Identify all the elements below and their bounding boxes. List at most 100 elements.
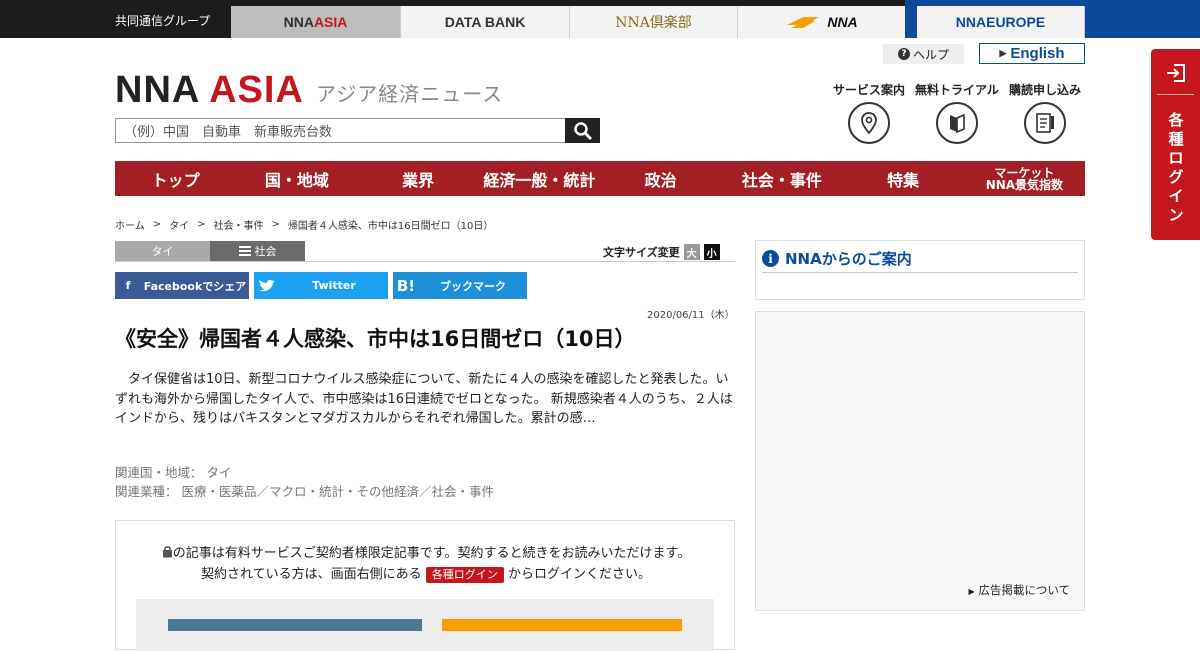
- nna-wing-icon: [787, 17, 820, 28]
- tab-nna-europe[interactable]: NNA EUROPE: [917, 6, 1085, 38]
- twitter-share-button[interactable]: Twitter: [254, 272, 388, 299]
- search-input[interactable]: （例）中国 自動車 新車販売台数: [115, 118, 566, 143]
- related-industry: 関連業種： 医療・医薬品／マクロ・統計・その他経済／社会・事件: [115, 484, 494, 499]
- lock-icon: [162, 546, 172, 558]
- breadcrumb: ホーム > タイ > 社会・事件 > 帰国者４人感染、市中は16日間ゼロ（10日…: [115, 217, 493, 232]
- nav-market-line1: マーケット: [994, 165, 1055, 180]
- main-nav: トップ 国・地域 業界 経済一般・統計 政治 社会・事件 特集 マーケット NN…: [115, 161, 1085, 196]
- tab-nna-asia[interactable]: NNA ASIA: [231, 6, 401, 38]
- tag-country[interactable]: タイ: [115, 241, 210, 261]
- nav-market[interactable]: マーケット NNA景気指数: [964, 161, 1085, 196]
- paywall-login-cta[interactable]: [168, 619, 422, 631]
- tag-category[interactable]: 社会: [210, 241, 305, 261]
- question-icon: ?: [897, 48, 910, 60]
- hatena-bookmark-label: ブックマーク: [440, 279, 506, 293]
- tab-nna-logo[interactable]: NNA: [738, 6, 906, 38]
- breadcrumb-current: 帰国者４人感染、市中は16日間ゼロ（10日）: [287, 221, 494, 232]
- font-size-label: 文字サイズ変更: [603, 246, 680, 259]
- subscribe-link[interactable]: 購読申し込み: [1000, 81, 1090, 144]
- list-icon: [238, 246, 251, 256]
- breadcrumb-home[interactable]: ホーム: [115, 217, 145, 232]
- nav-industry[interactable]: 業界: [358, 161, 479, 196]
- facebook-share-label: Facebookでシェア: [143, 279, 247, 293]
- nna-notice-divider: [762, 272, 1078, 273]
- ad-info-link[interactable]: ▶ 広告掲載について: [969, 582, 1070, 598]
- side-login-label: 各種ログイン: [1168, 111, 1184, 224]
- nav-society[interactable]: 社会・事件: [721, 161, 842, 196]
- help-label: ヘルプ: [912, 47, 949, 62]
- group-label: 共同通信グループ: [115, 14, 211, 28]
- nav-economy[interactable]: 経済一般・統計: [479, 161, 600, 196]
- twitter-share-label: Twitter: [312, 279, 356, 292]
- side-login-divider: [1157, 94, 1194, 95]
- nna-notice-box: i NNAからのご案内: [755, 240, 1085, 300]
- tab-nna-europe-label: NNA: [955, 14, 987, 30]
- breadcrumb-country[interactable]: タイ: [169, 217, 189, 232]
- search-icon: [573, 121, 592, 140]
- tab-nna-asia-accent: ASIA: [313, 14, 348, 30]
- document-pen-icon: [1024, 102, 1066, 144]
- paywall-line2b: からログインください。: [507, 567, 651, 582]
- article-headline: 《安全》帰国者４人感染、市中は16日間ゼロ（10日）: [115, 327, 636, 351]
- chevron-right-icon: >: [271, 219, 280, 230]
- paywall-line1: の記事は有料サービスご契約者様限定記事です。契約すると続きをお読みいただけます。: [172, 546, 691, 561]
- triangle-right-icon: ▶: [999, 48, 1007, 58]
- nav-market-line2: NNA景気指数: [985, 177, 1064, 192]
- subscribe-label: 購読申し込み: [1008, 83, 1081, 97]
- logo-asia: ASIA: [209, 69, 304, 111]
- chevron-right-icon: >: [152, 219, 162, 230]
- book-icon: [936, 102, 978, 144]
- search-placeholder: （例）中国 自動車 新車販売台数: [124, 125, 333, 140]
- tag-divider: [115, 261, 735, 262]
- tab-nna-club-label: NNA倶楽部: [615, 15, 692, 31]
- nna-notice-title-text: NNAからのご案内: [785, 250, 912, 268]
- help-button[interactable]: ? ヘルプ: [883, 44, 964, 64]
- paywall-trial-cta[interactable]: [442, 619, 682, 631]
- english-button[interactable]: ▶ English: [979, 43, 1085, 64]
- chevron-right-icon: >: [197, 219, 206, 230]
- english-label: English: [1010, 45, 1065, 62]
- facebook-share-button[interactable]: f Facebookでシェア: [115, 272, 249, 299]
- paywall-login-chip[interactable]: 各種ログイン: [425, 567, 504, 583]
- site-logo[interactable]: NNA ASIA: [115, 70, 304, 110]
- related-info: 関連国・地域： タイ 関連業種： 医療・医薬品／マクロ・統計・その他経済／社会・…: [115, 463, 494, 501]
- font-size-small-button[interactable]: 小: [703, 244, 720, 260]
- free-trial-link[interactable]: 無料トライアル: [912, 81, 1002, 144]
- twitter-icon: [254, 279, 280, 293]
- paywall-box: の記事は有料サービスご契約者様限定記事です。契約すると続きをお読みいただけます。…: [115, 520, 736, 651]
- paywall-message: の記事は有料サービスご契約者様限定記事です。契約すると続きをお読みいただけます。…: [116, 543, 736, 585]
- free-trial-label: 無料トライアル: [915, 83, 999, 97]
- tag-category-label: 社会: [254, 245, 277, 258]
- info-icon: i: [762, 250, 779, 267]
- login-icon: [1167, 64, 1185, 82]
- hatena-bookmark-icon: B!: [396, 276, 416, 295]
- logo-nna: NNA: [115, 69, 210, 111]
- ad-info-link-label: 広告掲載について: [978, 583, 1070, 597]
- nav-politics[interactable]: 政治: [600, 161, 721, 196]
- breadcrumb-category[interactable]: 社会・事件: [213, 217, 263, 232]
- side-login-button[interactable]: 各種ログイン: [1151, 49, 1200, 240]
- article-date: 2020/06/11（木）: [647, 310, 735, 321]
- ad-slot: ▶ 広告掲載について: [755, 311, 1085, 611]
- font-size-large-button[interactable]: 大: [683, 244, 700, 260]
- tab-nna-europe-accent: EUROPE: [986, 14, 1046, 30]
- hatena-bookmark-button[interactable]: B! ブックマーク: [393, 272, 527, 299]
- font-size-control: 文字サイズ変更 大 小: [603, 244, 720, 260]
- nav-top[interactable]: トップ: [115, 161, 236, 196]
- nna-notice-title: i NNAからのご案内: [762, 248, 912, 269]
- tab-nna-club[interactable]: NNA倶楽部: [570, 6, 738, 38]
- map-pin-icon: [848, 102, 890, 144]
- site-tagline: アジア経済ニュース: [316, 82, 504, 106]
- tag-country-label: タイ: [151, 245, 174, 258]
- tab-nna-logo-label: NNA: [827, 14, 858, 30]
- service-guide-link[interactable]: サービス案内: [824, 81, 914, 144]
- article-lead: タイ保健省は10日、新型コロナウイルス感染症について、新たに４人の感染を確認した…: [115, 372, 733, 426]
- related-country: 関連国・地域： タイ: [115, 465, 232, 480]
- article-tags: タイ 社会: [115, 241, 305, 261]
- tab-data-bank[interactable]: DATA BANK: [401, 6, 570, 38]
- nav-region[interactable]: 国・地域: [236, 161, 357, 196]
- search-button[interactable]: [565, 118, 600, 143]
- nav-features[interactable]: 特集: [843, 161, 964, 196]
- service-guide-label: サービス案内: [832, 83, 905, 97]
- tab-data-bank-label: DATA BANK: [444, 14, 526, 30]
